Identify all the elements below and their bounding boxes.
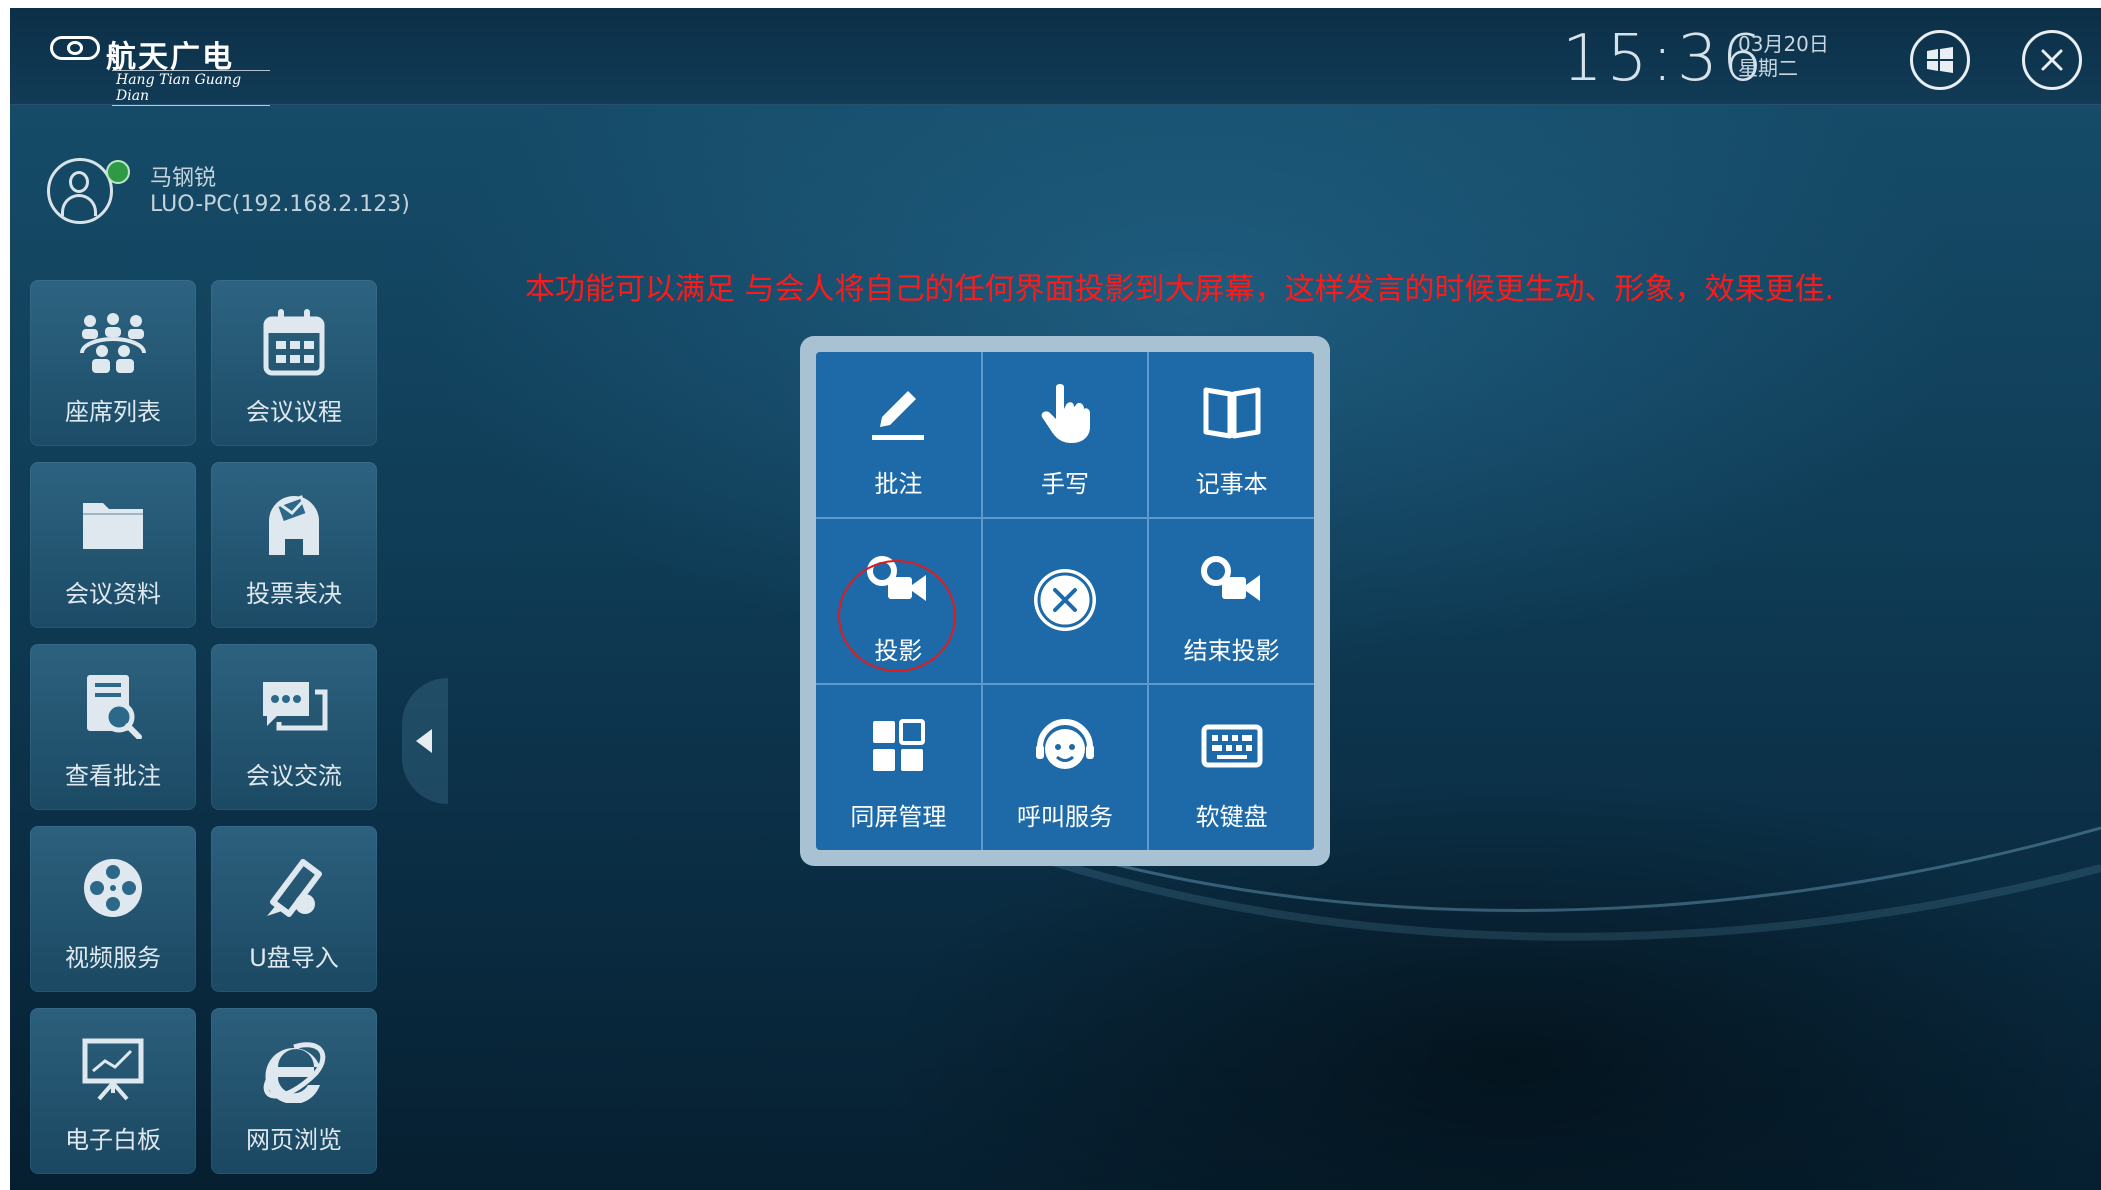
tile-materials[interactable]: 会议资料 [30, 462, 196, 628]
tool-handwrite-button[interactable]: 手写 [982, 352, 1148, 517]
tile-label: 会议议程 [246, 398, 342, 426]
tile-label: 网页浏览 [246, 1126, 342, 1154]
date-block: 03月20日 星期二 [1738, 32, 1829, 80]
brand-logo: 航天广电 Hang Tian Guang Dian [50, 26, 270, 106]
close-circle-icon [1033, 568, 1096, 631]
seat-list-icon [80, 313, 146, 373]
tile-label: 视频服务 [65, 944, 161, 972]
tile-view-annotation[interactable]: 查看批注 [30, 644, 196, 810]
brand-subtitle: Hang Tian Guang Dian [112, 70, 270, 106]
tile-whiteboard[interactable]: 电子白板 [30, 1008, 196, 1174]
tool-soft-keyboard-button[interactable]: 软键盘 [1149, 685, 1314, 850]
tool-notebook-button[interactable]: 记事本 [1149, 352, 1314, 517]
calendar-icon [263, 309, 325, 376]
folder-icon [83, 503, 143, 549]
windows-logo-icon [1927, 47, 1953, 73]
tile-label: 查看批注 [65, 762, 161, 790]
tool-label: 手写 [1040, 470, 1089, 498]
close-icon [2041, 49, 2063, 71]
pen-icon [872, 391, 925, 440]
tile-label: 会议交流 [246, 762, 342, 790]
tiles-icon [873, 719, 926, 772]
book-icon [1203, 387, 1261, 439]
tool-call-service-button[interactable]: 呼叫服务 [982, 685, 1148, 850]
logo-mark-icon [50, 36, 100, 60]
tile-chat[interactable]: 会议交流 [211, 644, 377, 810]
date-text: 03月20日 [1738, 32, 1829, 56]
tile-agenda[interactable]: 会议议程 [211, 280, 377, 446]
close-menu-button[interactable] [982, 518, 1148, 684]
tile-label: U盘导入 [249, 944, 339, 972]
tile-vote[interactable]: 投票表决 [211, 462, 377, 628]
tile-label: 电子白板 [65, 1126, 161, 1154]
tile-video[interactable]: 视频服务 [30, 826, 196, 992]
tool-label: 结束投影 [1183, 636, 1280, 665]
ie-icon [263, 1042, 326, 1103]
view-annotation-icon [87, 675, 142, 739]
camera-icon [1200, 555, 1260, 601]
film-reel-icon [84, 859, 142, 917]
tile-label: 投票表决 [246, 580, 342, 608]
tool-screen-share-button[interactable]: 同屏管理 [816, 685, 981, 850]
tool-label: 批注 [874, 470, 923, 498]
tile-label: 会议资料 [65, 580, 161, 608]
hand-pointer-icon [1041, 384, 1090, 443]
tool-label: 记事本 [1195, 470, 1268, 498]
user-name: 马钢锐 [150, 166, 217, 191]
user-avatar[interactable] [47, 158, 113, 224]
service-face-icon [1035, 719, 1094, 770]
tool-label: 软键盘 [1195, 803, 1268, 832]
usb-import-icon [267, 859, 322, 917]
clock-time: 15:36 [1562, 22, 1767, 96]
chevron-left-icon [416, 729, 432, 753]
top-bar: 航天广电 Hang Tian Guang Dian 15:36 03月20日 星… [10, 8, 2101, 106]
whiteboard-icon [82, 1038, 144, 1101]
keyboard-icon [1201, 724, 1263, 768]
user-host: LUO-PC(192.168.2.123) [150, 192, 410, 217]
tool-end-projection-button[interactable]: 结束投影 [1149, 518, 1314, 684]
tool-label: 同屏管理 [850, 803, 947, 832]
tool-annotate-button[interactable]: 批注 [816, 352, 981, 517]
online-status-badge [106, 160, 130, 184]
tile-usb-import[interactable]: U盘导入 [211, 826, 377, 992]
desktop-screen: 航天广电 Hang Tian Guang Dian 15:36 03月20日 星… [10, 8, 2101, 1190]
vote-icon [269, 495, 319, 555]
collapse-sidebar-button[interactable] [402, 678, 448, 804]
tile-web-browser[interactable]: 网页浏览 [211, 1008, 377, 1174]
tool-label: 呼叫服务 [1016, 803, 1113, 832]
weekday-text: 星期二 [1738, 56, 1798, 80]
annotation-highlight-circle [838, 560, 956, 672]
annotation-note: 本功能可以满足 与会人将自己的任何界面投影到大屏幕，这样发言的时候更生动、形象，… [525, 272, 1835, 307]
tile-label: 座席列表 [65, 398, 161, 426]
windows-button[interactable] [1910, 30, 1970, 90]
close-app-button[interactable] [2022, 30, 2082, 90]
chat-icon [263, 682, 328, 731]
tile-seat-list[interactable]: 座席列表 [30, 280, 196, 446]
